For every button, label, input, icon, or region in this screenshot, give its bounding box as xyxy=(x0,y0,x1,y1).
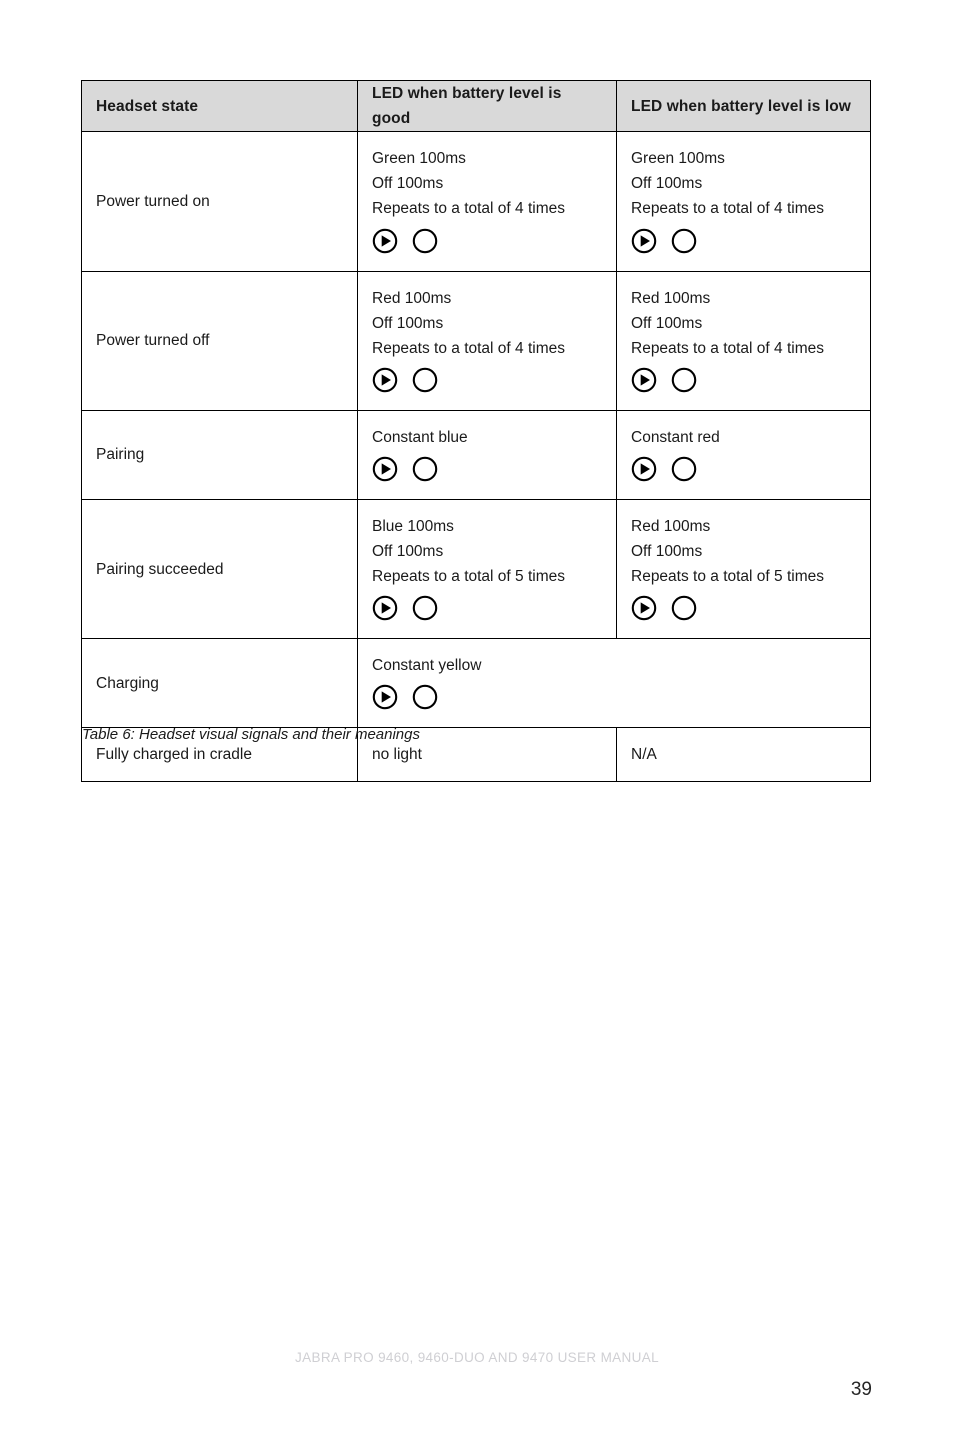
cell-led-battery-good: Constant blue xyxy=(357,409,617,500)
cell-led-merged: Constant yellow xyxy=(357,638,871,729)
table-row: Pairing Constant blue Constant red xyxy=(81,409,871,500)
led-line: Repeats to a total of 5 times xyxy=(372,568,565,586)
cell-led-battery-good: Red 100ms Off 100ms Repeats to a total o… xyxy=(357,270,617,411)
cell-headset-state: Power turned on xyxy=(81,131,358,272)
table-header: Headset state LED when battery level is … xyxy=(81,79,871,133)
circle-outline-icon xyxy=(671,228,697,253)
table-row: Pairing succeeded Blue 100ms Off 100ms R… xyxy=(81,498,871,640)
table-row: Charging Constant yellow xyxy=(81,638,871,729)
icon-spacer xyxy=(398,472,412,473)
led-line: Constant red xyxy=(631,428,720,446)
circle-outline-icon xyxy=(412,596,438,621)
icon-spacer xyxy=(657,244,671,245)
table-row: Power turned off Red 100ms Off 100ms Rep… xyxy=(81,270,871,411)
led-line: Constant blue xyxy=(372,428,468,446)
led-line: Red 100ms xyxy=(631,289,711,307)
led-icon-group xyxy=(631,595,856,625)
circle-outline-icon xyxy=(412,456,438,482)
cell-led-battery-good: Blue 100ms Off 100ms Repeats to a total … xyxy=(357,498,617,640)
play-circle-icon xyxy=(631,596,657,621)
cell-headset-state: Power turned off xyxy=(81,270,358,411)
page-number: 39 xyxy=(850,1379,872,1400)
led-line: Off 100ms xyxy=(372,175,444,193)
icon-spacer xyxy=(657,383,671,384)
footer-manual-title: JABRA PRO 9460, 9460-DUO AND 9470 USER M… xyxy=(295,1350,659,1365)
play-circle-icon xyxy=(372,685,398,710)
led-line: Repeats to a total of 4 times xyxy=(631,200,824,218)
led-icon-group xyxy=(372,367,602,397)
led-line: Green 100ms xyxy=(631,150,725,168)
led-icon-group xyxy=(631,228,856,258)
play-circle-icon xyxy=(631,367,657,393)
led-line: no light xyxy=(372,746,422,764)
cell-led-battery-low: Red 100ms Off 100ms Repeats to a total o… xyxy=(616,270,871,411)
table-body: Power turned on Green 100ms Off 100ms Re… xyxy=(81,131,871,782)
play-circle-icon xyxy=(631,228,657,253)
circle-outline-icon xyxy=(412,228,438,253)
cell-led-battery-low: Red 100ms Off 100ms Repeats to a total o… xyxy=(616,498,871,640)
circle-outline-icon xyxy=(671,456,697,482)
cell-headset-state: Charging xyxy=(81,638,358,729)
circle-outline-icon xyxy=(412,367,438,393)
play-circle-icon xyxy=(372,367,398,393)
play-circle-icon xyxy=(372,228,398,253)
led-line: Repeats to a total of 4 times xyxy=(372,200,565,218)
led-icon-group xyxy=(631,367,856,397)
document-page: Headset state LED when battery level is … xyxy=(0,0,954,1432)
circle-outline-icon xyxy=(671,367,697,393)
play-circle-icon xyxy=(631,456,657,482)
led-line: Repeats to a total of 4 times xyxy=(372,339,565,357)
column-header-led-battery-low: LED when battery level is low xyxy=(616,79,871,133)
led-icon-group xyxy=(372,228,602,258)
led-line: Off 100ms xyxy=(631,543,703,561)
led-line: Repeats to a total of 4 times xyxy=(631,339,824,357)
icon-spacer xyxy=(398,383,412,384)
led-line: N/A xyxy=(631,746,657,764)
circle-outline-icon xyxy=(671,596,697,621)
table-header-row: Headset state LED when battery level is … xyxy=(81,79,871,133)
icon-spacer xyxy=(398,244,412,245)
led-line: Off 100ms xyxy=(372,543,444,561)
icon-spacer xyxy=(657,472,671,473)
column-header-headset-state: Headset state xyxy=(81,79,358,133)
icon-spacer xyxy=(398,611,412,612)
led-line: Repeats to a total of 5 times xyxy=(631,568,824,586)
led-icon-group xyxy=(372,595,602,625)
column-header-led-battery-good: LED when battery level is good xyxy=(357,79,617,133)
led-icon-group xyxy=(372,684,856,714)
icon-spacer xyxy=(398,701,412,702)
cell-headset-state: Pairing succeeded xyxy=(81,498,358,640)
led-line: Red 100ms xyxy=(372,289,452,307)
cell-led-battery-low: Constant red xyxy=(616,409,871,500)
led-line: Constant yellow xyxy=(372,657,482,675)
led-icon-group xyxy=(631,456,856,486)
cell-led-battery-low: Green 100ms Off 100ms Repeats to a total… xyxy=(616,131,871,272)
led-line: Off 100ms xyxy=(631,314,703,332)
led-line: Blue 100ms xyxy=(372,517,454,535)
led-icon-group xyxy=(372,456,602,486)
cell-headset-state: Pairing xyxy=(81,409,358,500)
icon-spacer xyxy=(657,611,671,612)
circle-outline-icon xyxy=(412,685,438,710)
headset-signals-table: Headset state LED when battery level is … xyxy=(81,79,871,782)
led-line: Off 100ms xyxy=(631,175,703,193)
cell-led-battery-low: N/A xyxy=(616,727,871,782)
led-line: Off 100ms xyxy=(372,314,444,332)
table-row: Power turned on Green 100ms Off 100ms Re… xyxy=(81,131,871,272)
play-circle-icon xyxy=(372,596,398,621)
table-caption: Table 6: Headset visual signals and thei… xyxy=(82,726,420,743)
cell-led-battery-good: Green 100ms Off 100ms Repeats to a total… xyxy=(357,131,617,272)
led-line: Red 100ms xyxy=(631,517,711,535)
led-line: Green 100ms xyxy=(372,150,466,168)
play-circle-icon xyxy=(372,456,398,482)
